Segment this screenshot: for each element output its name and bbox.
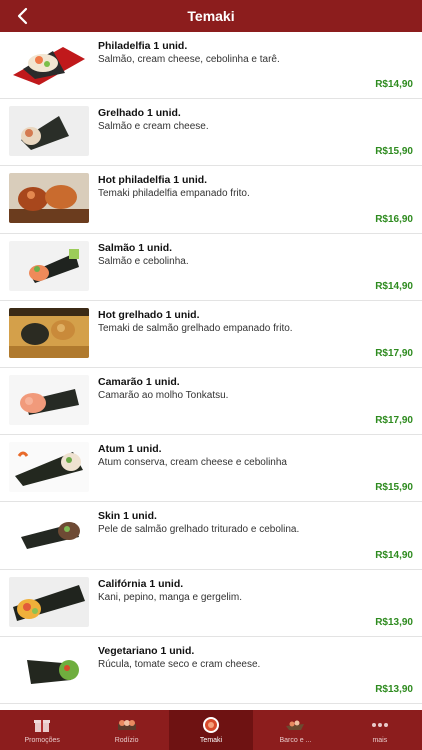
item-price: R$13,90 [375,683,413,695]
chevron-left-icon [17,7,28,25]
list-item[interactable]: Philadelfia 1 unid. Salmão, cream cheese… [0,32,422,100]
item-name: Philadelfia 1 unid. [98,40,188,52]
tab-label: Rodízio [114,737,139,744]
item-description: Temaki philadelfia empanado frito. [98,188,250,200]
list-item[interactable]: Hot philadelfia 1 unid. Temaki philadelf… [0,166,422,234]
item-description: Kani, pepino, manga e gergelim. [98,591,242,603]
item-description: Salmão e cebolinha. [98,255,189,267]
tab-temaki[interactable]: Temaki [168,710,254,750]
list-item[interactable]: Atum 1 unid. Atum conserva, cream cheese… [0,435,422,503]
food-image [9,374,89,425]
tab-label: Barco e ... [279,737,312,744]
food-image [9,643,89,694]
food-image [9,240,89,291]
item-price: R$14,90 [375,79,413,91]
item-price: R$17,90 [375,347,413,359]
food-image [9,442,89,493]
food-image [9,106,89,157]
item-name: Grelhado 1 unid. [98,107,181,120]
list-item[interactable]: Vegetariano 1 unid. Rúcula, tomate seco … [0,636,422,704]
tab-rodizio[interactable]: Rodízio [84,710,168,750]
list-item[interactable]: Califórnia 1 unid. Kani, pepino, manga e… [0,569,422,637]
food-image [9,307,89,358]
list-item[interactable]: Hot grelhado 1 unid. Temaki de salmão gr… [0,300,422,368]
item-name: Salmão 1 unid. [98,241,173,254]
tab-label: Promoções [24,737,60,744]
item-description: Atum conserva, cream cheese e cebolinha [98,457,287,469]
food-image [9,39,89,89]
item-description: Pele de salmão grelhado triturado e cebo… [98,524,300,536]
tab-barco[interactable]: Barco e ... [253,710,337,750]
food-image [9,173,89,224]
sushi-boat-icon [285,716,305,734]
item-name: Atum 1 unid. [98,443,162,456]
item-price: R$17,90 [375,415,413,427]
food-image [9,509,89,560]
tab-label: Temaki [199,737,223,744]
list-item[interactable]: Salmão 1 unid. Salmão e cebolinha. R$14,… [0,233,422,301]
item-name: Vegetariano 1 unid. [98,644,195,657]
item-price: R$13,90 [375,616,413,628]
tab-label: mais [372,737,388,744]
list-item[interactable]: Camarão 1 unid. Camarão ao molho Tonkats… [0,367,422,436]
item-name: Hot grelhado 1 unid. [98,308,200,321]
item-description: Rúcula, tomate seco e cram cheese. [98,658,261,670]
more-icon [370,716,390,734]
gift-icon [32,716,52,734]
item-name: Hot philadelfia 1 unid. [98,174,208,187]
item-price: R$16,90 [375,213,413,225]
item-price: R$15,90 [375,482,413,494]
tab-promocoes[interactable]: Promoções [0,710,84,750]
item-price: R$15,90 [375,146,413,158]
item-name: Califórnia 1 unid. [98,577,184,590]
item-price: R$14,90 [375,549,413,561]
sushi-board-icon [117,716,137,734]
item-price: R$14,90 [375,280,413,292]
temaki-icon [201,716,221,734]
item-description: Temaki de salmão grelhado empanado frito… [98,322,293,334]
nav-header: Temaki [0,0,422,32]
item-name: Skin 1 unid. [98,510,157,523]
tab-bar: Promoções Rodízio Temaki Barco e ... mai… [0,710,422,750]
item-description: Salmão e cream cheese. [98,121,209,133]
temaki-list[interactable]: Philadelfia 1 unid. Salmão, cream cheese… [0,32,422,710]
item-description: Salmão, cream cheese, cebolinha e tarê. [98,54,280,65]
tab-mais[interactable]: mais [338,710,422,750]
item-description: Camarão ao molho Tonkatsu. [98,389,229,401]
back-button[interactable] [10,4,34,28]
item-name: Camarão 1 unid. [98,375,180,388]
food-image [9,576,89,627]
page-title: Temaki [187,8,235,24]
list-item[interactable]: Grelhado 1 unid. Salmão e cream cheese. … [0,99,422,167]
list-item[interactable]: Skin 1 unid. Pele de salmão grelhado tri… [0,502,422,570]
